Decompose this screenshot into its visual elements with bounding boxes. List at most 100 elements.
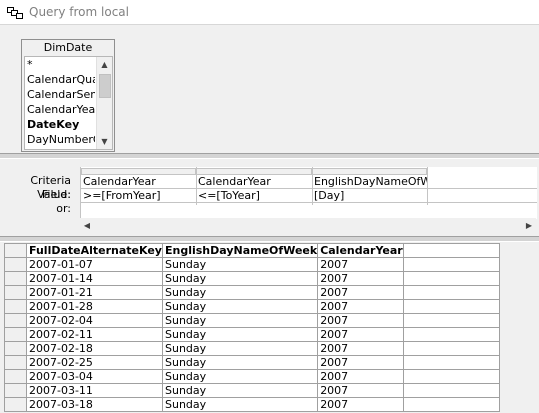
table-row[interactable]: 2007-02-18 Sunday 2007 [4, 341, 500, 356]
row-selector[interactable] [4, 369, 27, 384]
criteria-value-cell[interactable]: [Day] [312, 189, 427, 202]
cell[interactable]: Sunday [161, 327, 319, 342]
table-row[interactable]: 2007-01-07 Sunday 2007 [4, 257, 500, 272]
empty-cell [402, 327, 500, 342]
column-header-englishdaynameofweek[interactable]: EnglishDayNameOfWeek [161, 243, 319, 258]
cell[interactable]: 2007 [317, 327, 404, 342]
window-title: Query from local [29, 5, 129, 19]
cell[interactable]: 2007 [317, 313, 404, 328]
column-header-fulldatealternatekey[interactable]: FullDateAlternateKey [26, 243, 163, 258]
row-selector[interactable] [4, 397, 27, 412]
cell[interactable]: 2007-01-14 [26, 271, 163, 286]
cell[interactable]: Sunday [161, 257, 319, 272]
cell[interactable]: 2007 [317, 383, 404, 398]
field-list[interactable]: * CalendarQuarter CalendarSemester Calen… [24, 56, 113, 150]
criteria-or-label: or: [56, 202, 71, 215]
table-row[interactable]: 2007-03-04 Sunday 2007 [4, 369, 500, 384]
row-selector[interactable] [4, 341, 27, 356]
cell[interactable]: 2007-01-07 [26, 257, 163, 272]
cell[interactable]: 2007 [317, 271, 404, 286]
row-selector[interactable] [4, 327, 27, 342]
table-row[interactable]: 2007-02-04 Sunday 2007 [4, 313, 500, 328]
results-grid: FullDateAlternateKey EnglishDayNameOfWee… [4, 243, 500, 412]
cell[interactable]: Sunday [161, 341, 319, 356]
cell[interactable]: Sunday [161, 355, 319, 370]
table-row[interactable]: 2007-03-11 Sunday 2007 [4, 383, 500, 398]
row-selector[interactable] [4, 257, 27, 272]
criteria-field-label: Criteria Field: [30, 174, 71, 201]
cell[interactable]: Sunday [161, 313, 319, 328]
cell[interactable]: 2007 [317, 299, 404, 314]
row-selector[interactable] [4, 355, 27, 370]
cell[interactable]: 2007 [317, 397, 404, 412]
column-header-calendaryear[interactable]: CalendarYear [317, 243, 404, 258]
table-row[interactable]: 2007-03-18 Sunday 2007 [4, 397, 500, 412]
table-dimdate[interactable]: DimDate * CalendarQuarter CalendarSemest… [21, 39, 115, 152]
table-row[interactable]: 2007-01-28 Sunday 2007 [4, 299, 500, 314]
cell[interactable]: 2007 [317, 355, 404, 370]
table-row[interactable]: 2007-01-14 Sunday 2007 [4, 271, 500, 286]
column-header[interactable] [312, 168, 427, 175]
cell[interactable]: 2007-03-18 [26, 397, 163, 412]
cell[interactable]: 2007-02-11 [26, 327, 163, 342]
chevron-left-icon[interactable]: ◀ [80, 218, 94, 233]
scroll-thumb[interactable] [99, 74, 111, 98]
cell[interactable]: 2007 [317, 341, 404, 356]
cell[interactable]: Sunday [161, 299, 319, 314]
cell[interactable]: 2007-01-21 [26, 285, 163, 300]
criteria-field-cell[interactable]: CalendarYear [81, 175, 196, 188]
cell[interactable]: 2007 [317, 257, 404, 272]
cell[interactable]: Sunday [161, 285, 319, 300]
field-item-selected[interactable]: DateKey [27, 117, 95, 132]
criteria-grid: CalendarYear CalendarYear EnglishDayName… [80, 167, 537, 219]
empty-cell [402, 397, 500, 412]
cell[interactable]: 2007-02-25 [26, 355, 163, 370]
table-row[interactable]: 2007-02-11 Sunday 2007 [4, 327, 500, 342]
chevron-down-icon[interactable]: ▼ [97, 134, 112, 149]
cell[interactable]: 2007 [317, 369, 404, 384]
row-selector[interactable] [4, 271, 27, 286]
diagram-pane: DimDate * CalendarQuarter CalendarSemest… [0, 25, 539, 153]
cell[interactable]: 2007-02-18 [26, 341, 163, 356]
criteria-value-label: Value: [37, 188, 71, 201]
cell[interactable]: Sunday [161, 369, 319, 384]
grid-line [81, 202, 537, 203]
field-item[interactable]: * [27, 57, 95, 72]
cell[interactable]: 2007-02-04 [26, 313, 163, 328]
cell[interactable]: 2007-01-28 [26, 299, 163, 314]
row-selector[interactable] [4, 299, 27, 314]
table-row[interactable]: 2007-01-21 Sunday 2007 [4, 285, 500, 300]
empty-cell [402, 313, 500, 328]
row-selector[interactable] [4, 285, 27, 300]
title-bar: Query from local [0, 0, 539, 25]
field-item[interactable]: CalendarQuarter [27, 72, 95, 87]
criteria-scrollbar[interactable]: ◀ ▶ [80, 218, 536, 233]
field-list-scrollbar[interactable]: ▲ ▼ [96, 57, 112, 149]
field-item[interactable]: CalendarSemester [27, 87, 95, 102]
criteria-field-cell[interactable]: CalendarYear [196, 175, 312, 188]
cell[interactable]: Sunday [161, 383, 319, 398]
criteria-field-cell[interactable]: EnglishDayNameOfWeek [312, 175, 427, 188]
cell[interactable]: 2007-03-11 [26, 383, 163, 398]
empty-cell [402, 285, 500, 300]
cell[interactable]: Sunday [161, 397, 319, 412]
field-item[interactable]: CalendarYear [27, 102, 95, 117]
row-selector[interactable] [4, 383, 27, 398]
grid-line [81, 188, 537, 189]
column-header[interactable] [81, 168, 196, 175]
row-selector[interactable] [4, 243, 27, 258]
cell[interactable]: Sunday [161, 271, 319, 286]
empty-cell [402, 383, 500, 398]
criteria-value-cell[interactable]: <=[ToYear] [196, 189, 312, 202]
cell[interactable]: 2007 [317, 285, 404, 300]
table-row[interactable]: 2007-02-25 Sunday 2007 [4, 355, 500, 370]
chevron-right-icon[interactable]: ▶ [522, 218, 536, 233]
cell[interactable]: 2007-03-04 [26, 369, 163, 384]
empty-cell [402, 271, 500, 286]
field-item[interactable]: DayNumberOfWeek [27, 132, 95, 147]
criteria-value-cell[interactable]: >=[FromYear] [81, 189, 196, 202]
row-selector[interactable] [4, 313, 27, 328]
column-header[interactable] [196, 168, 312, 175]
chevron-up-icon[interactable]: ▲ [97, 57, 112, 72]
grid-line [312, 167, 313, 205]
